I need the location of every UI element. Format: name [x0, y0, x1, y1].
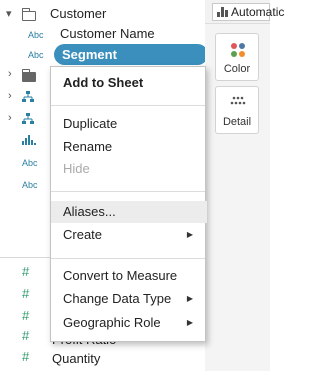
bin-icon: [22, 135, 36, 145]
menu-item-label: Rename: [63, 139, 113, 154]
menu-item-label: Add to Sheet: [63, 75, 144, 90]
calculated-number-icon: #: [22, 328, 30, 343]
menu-item-rename[interactable]: Rename: [51, 136, 207, 158]
menu-item-duplicate[interactable]: Duplicate: [51, 113, 207, 135]
submenu-arrow-icon: ▶: [186, 294, 193, 303]
mark-type-dropdown[interactable]: Automatic: [212, 3, 284, 21]
chevron-right-icon[interactable]: ›: [8, 112, 12, 124]
chevron-down-icon[interactable]: ▾: [6, 8, 12, 20]
menu-item-label: Duplicate: [63, 116, 118, 131]
marks-card: Color Detail: [205, 24, 270, 371]
field-label: Customer Name: [60, 26, 155, 41]
menu-item-geographic-role[interactable]: Geographic Role ▶: [51, 312, 207, 334]
field-customer-name[interactable]: Abc Customer Name: [0, 24, 205, 44]
field-label: Segment: [62, 47, 117, 62]
menu-item-create[interactable]: Create ▶: [51, 224, 207, 246]
submenu-arrow-icon: ▶: [186, 318, 193, 327]
context-menu: Add to Sheet Duplicate Rename Hide Alias…: [50, 66, 207, 342]
detail-label: Detail: [222, 116, 252, 128]
string-type-icon: Abc: [22, 180, 38, 190]
menu-item-convert-to-measure[interactable]: Convert to Measure: [51, 265, 207, 287]
menu-item-add-to-sheet[interactable]: Add to Sheet: [51, 72, 207, 94]
field-label: Quantity: [52, 351, 101, 366]
menu-separator: [51, 258, 205, 259]
menu-item-label: Geographic Role: [63, 315, 161, 330]
folder-icon: [21, 69, 36, 82]
number-type-icon: #: [22, 264, 30, 279]
mark-type-label: Automatic: [231, 5, 285, 19]
menu-item-change-data-type[interactable]: Change Data Type ▶: [51, 288, 207, 310]
color-dot-icon: [231, 51, 237, 57]
folder-icon: [21, 8, 36, 21]
menu-separator: [51, 191, 205, 192]
string-type-icon: Abc: [28, 50, 44, 60]
menu-item-label: Hide: [63, 161, 90, 176]
color-dot-icon: [231, 43, 237, 49]
number-type-icon: #: [22, 308, 30, 323]
chevron-right-icon[interactable]: ›: [8, 90, 12, 102]
number-type-icon: #: [22, 349, 30, 364]
menu-item-label: Change Data Type: [63, 291, 172, 306]
bar-chart-icon: [217, 7, 228, 17]
color-dot-icon: [239, 51, 245, 57]
string-type-icon: Abc: [28, 30, 44, 40]
chevron-right-icon[interactable]: ›: [8, 68, 12, 80]
menu-item-aliases[interactable]: Aliases...: [51, 201, 207, 223]
folder-customer[interactable]: ▾ Customer: [0, 4, 205, 24]
color-dot-icon: [239, 43, 245, 49]
menu-separator: [51, 105, 205, 106]
folder-label: Customer: [50, 6, 107, 21]
menu-item-label: Aliases...: [63, 204, 116, 219]
color-label: Color: [223, 63, 251, 75]
detail-icon: [230, 96, 246, 105]
hierarchy-icon: [22, 91, 34, 102]
menu-item-label: Convert to Measure: [63, 268, 178, 283]
number-type-icon: #: [22, 286, 30, 301]
menu-item-label: Create: [63, 227, 103, 242]
string-type-icon: Abc: [22, 158, 38, 168]
field-segment-selected[interactable]: Segment: [54, 44, 208, 65]
menu-item-hide[interactable]: Hide: [51, 158, 207, 180]
detail-button[interactable]: Detail: [215, 86, 259, 134]
submenu-arrow-icon: ▶: [186, 230, 193, 239]
color-button[interactable]: Color: [215, 33, 259, 81]
hierarchy-icon: [22, 113, 34, 124]
field-quantity[interactable]: # Quantity: [0, 349, 205, 369]
